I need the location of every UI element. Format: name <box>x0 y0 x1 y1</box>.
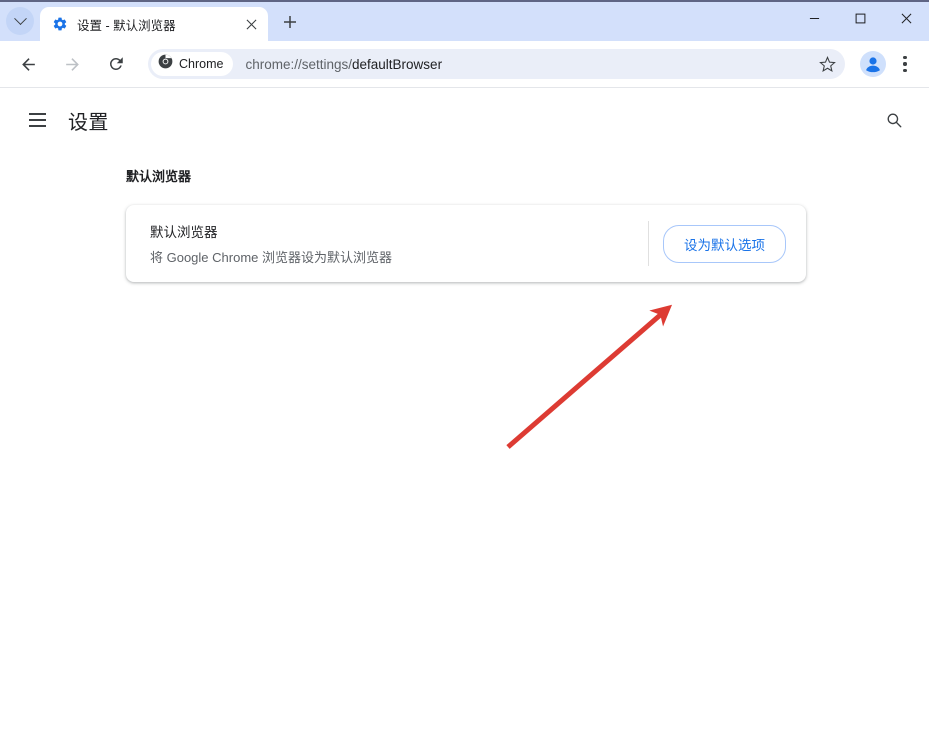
close-button[interactable] <box>883 2 929 34</box>
chrome-logo-icon <box>158 54 173 74</box>
reload-button[interactable] <box>100 48 132 80</box>
section-heading: 默认浏览器 <box>126 169 192 184</box>
tab-search-button[interactable] <box>6 7 34 35</box>
bookmark-star-icon[interactable] <box>813 50 841 78</box>
browser-menu-button[interactable] <box>891 48 919 80</box>
browser-toolbar: Chrome chrome://settings/defaultBrowser <box>0 41 929 88</box>
search-icon[interactable] <box>877 103 911 137</box>
card-text-block: 默认浏览器 将 Google Chrome 浏览器设为默认浏览器 <box>150 221 634 266</box>
chevron-down-icon <box>13 11 27 25</box>
card-title: 默认浏览器 <box>150 225 218 240</box>
make-default-button[interactable]: 设为默认选项 <box>663 224 786 263</box>
main-menu-button[interactable] <box>20 103 54 137</box>
menu-dot <box>903 68 907 73</box>
url-scheme: chrome://settings/ <box>245 56 353 72</box>
tab-strip: 设置 - 默认浏览器 <box>0 0 929 41</box>
chrome-origin-chip[interactable]: Chrome <box>151 52 234 76</box>
url-text: chrome://settings/defaultBrowser <box>245 57 813 72</box>
hamburger-icon-bar <box>28 119 46 121</box>
back-button[interactable] <box>12 48 44 80</box>
settings-page: 设置 默认浏览器 默认浏览器 将 Google Chrome 浏览器设为默认浏览… <box>0 92 929 732</box>
forward-button[interactable] <box>56 48 88 80</box>
close-icon[interactable] <box>242 15 260 33</box>
menu-dot <box>903 55 907 60</box>
new-tab-button[interactable] <box>276 8 304 36</box>
minimize-button[interactable] <box>791 2 837 34</box>
browser-tab-active[interactable]: 设置 - 默认浏览器 <box>40 7 268 41</box>
maximize-button[interactable] <box>837 2 883 34</box>
chrome-chip-label: Chrome <box>179 57 224 71</box>
default-browser-card: 默认浏览器 将 Google Chrome 浏览器设为默认浏览器 设为默认选项 <box>126 205 806 282</box>
card-subtitle: 将 Google Chrome 浏览器设为默认浏览器 <box>150 250 392 265</box>
settings-header: 设置 <box>0 92 929 148</box>
profile-avatar[interactable] <box>857 48 889 80</box>
gear-icon <box>52 16 68 32</box>
address-bar[interactable]: Chrome chrome://settings/defaultBrowser <box>148 49 845 79</box>
card-divider <box>648 221 649 266</box>
page-title: 设置 <box>68 111 109 134</box>
window-controls <box>791 2 929 34</box>
url-path: defaultBrowser <box>352 56 443 72</box>
tab-title: 设置 - 默认浏览器 <box>77 18 176 33</box>
settings-content: 默认浏览器 默认浏览器 将 Google Chrome 浏览器设为默认浏览器 设… <box>0 148 929 282</box>
hamburger-icon-bar <box>28 125 46 128</box>
menu-dot <box>903 62 907 66</box>
hamburger-icon-bar <box>28 112 46 115</box>
